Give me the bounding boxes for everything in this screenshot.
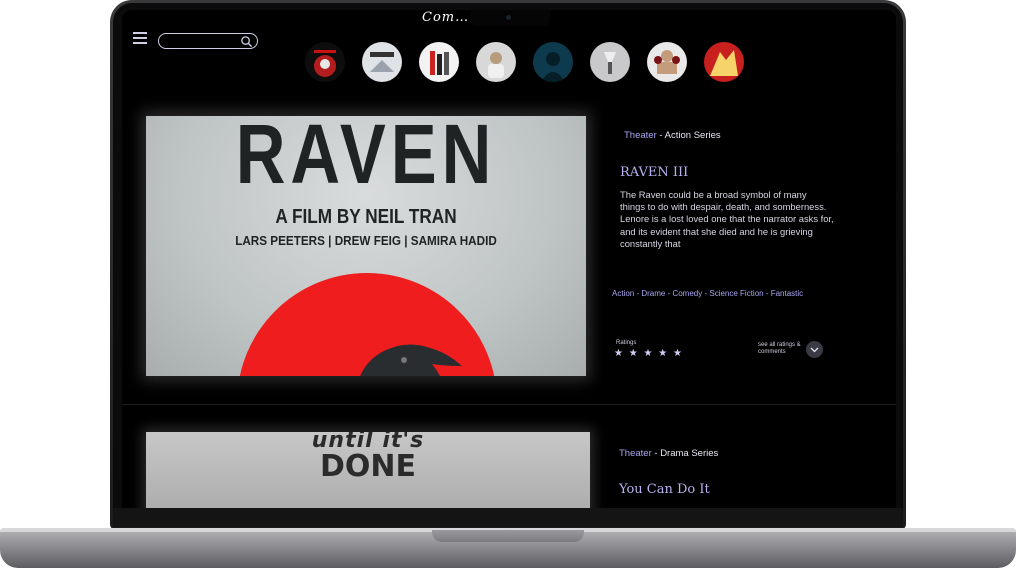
ratings-label: Ratings (616, 340, 637, 346)
app-screen: Com… …s RAVEN A FILM BY NEIL TRAN LARS P… (122, 10, 896, 508)
story-avatar-2[interactable] (362, 42, 402, 82)
film-description: The Raven could be a broad symbol of man… (620, 189, 834, 249)
story-avatar-7[interactable] (647, 42, 687, 82)
story-avatar-8[interactable] (704, 42, 744, 82)
category-line: Theater - Action Series (624, 130, 721, 141)
genre-list: Action - Drame - Comedy - Science Fictio… (612, 289, 804, 298)
poster-cast: LARS PEETERS | DREW FEIG | SAMIRA HADID (235, 233, 497, 248)
film-title[interactable]: RAVEN III (620, 165, 688, 180)
story-avatar-5[interactable] (533, 42, 573, 82)
category-prefix[interactable]: Theater (624, 130, 657, 141)
story-avatar-4[interactable] (476, 42, 516, 82)
camera-notch (470, 10, 550, 26)
category-line-2: Theater - Drama Series (619, 448, 718, 459)
poster-title: RAVEN (235, 116, 497, 201)
card-divider (122, 404, 896, 405)
film-title-2[interactable]: You Can Do It (619, 482, 710, 497)
story-avatar-1[interactable] (305, 42, 345, 82)
expand-ratings-button[interactable] (806, 341, 823, 358)
poster-byline: A FILM BY NEIL TRAN (275, 206, 457, 228)
category-prefix-2[interactable]: Theater (619, 448, 652, 459)
category-type-2: - Drama Series (651, 448, 719, 459)
laptop-thumb-groove (432, 530, 584, 542)
rating-stars[interactable]: ★ ★ ★ ★ ★ (614, 348, 683, 359)
movie-poster-raven[interactable]: RAVEN A FILM BY NEIL TRAN LARS PEETERS |… (146, 116, 586, 376)
search-icon[interactable] (240, 35, 253, 48)
crow-icon (360, 344, 462, 376)
search-box[interactable] (158, 33, 258, 49)
story-avatar-6[interactable] (590, 42, 630, 82)
story-avatar-3[interactable] (419, 42, 459, 82)
menu-icon[interactable] (133, 32, 147, 44)
poster-line-2: DONE (319, 449, 416, 484)
search-input[interactable] (165, 35, 237, 47)
movie-poster-you-can-do-it[interactable]: until it's DONE (146, 432, 590, 508)
category-type: - Action Series (656, 130, 721, 141)
chevron-down-icon (810, 347, 819, 353)
see-all-ratings-link[interactable]: see all ratings & comments (758, 342, 808, 356)
laptop-chin (113, 508, 903, 527)
